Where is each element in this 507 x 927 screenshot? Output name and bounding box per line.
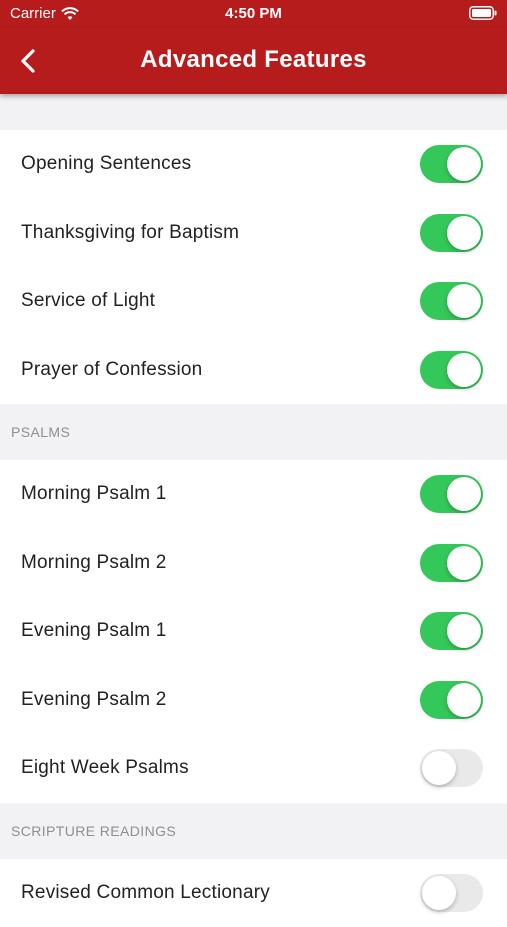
toggle-knob	[422, 751, 456, 785]
revised-common-lectionary-toggle[interactable]	[420, 874, 483, 912]
section-header-scripture-readings: SCRIPTURE READINGS	[0, 803, 507, 859]
setting-label: Service of Light	[21, 290, 155, 312]
setting-row-morning-psalm-2: Morning Psalm 2	[0, 529, 507, 598]
service-of-light-toggle[interactable]	[420, 282, 483, 320]
setting-row-eight-week-psalms: Eight Week Psalms	[0, 734, 507, 803]
evening-psalm-2-toggle[interactable]	[420, 681, 483, 719]
page-title: Advanced Features	[0, 46, 507, 74]
setting-label: Evening Psalm 1	[21, 620, 167, 642]
scripture-group: Revised Common Lectionary	[0, 859, 507, 927]
morning-psalm-1-toggle[interactable]	[420, 475, 483, 513]
setting-row-revised-common-lectionary: Revised Common Lectionary	[0, 859, 507, 927]
toggle-knob	[447, 683, 481, 717]
toggle-knob	[447, 284, 481, 318]
toggle-knob	[447, 353, 481, 387]
setting-row-thanksgiving-for-baptism: Thanksgiving for Baptism	[0, 199, 507, 268]
general-group: Opening Sentences Thanksgiving for Bapti…	[0, 130, 507, 404]
setting-row-prayer-of-confession: Prayer of Confession	[0, 336, 507, 405]
setting-label: Morning Psalm 2	[21, 552, 167, 574]
psalms-group: Morning Psalm 1 Morning Psalm 2 Evening …	[0, 460, 507, 803]
opening-sentences-toggle[interactable]	[420, 145, 483, 183]
toggle-knob	[447, 216, 481, 250]
evening-psalm-1-toggle[interactable]	[420, 612, 483, 650]
toggle-knob	[447, 614, 481, 648]
toggle-knob	[447, 477, 481, 511]
prayer-of-confession-toggle[interactable]	[420, 351, 483, 389]
settings-list: Opening Sentences Thanksgiving for Bapti…	[0, 94, 507, 927]
navigation-bar: Advanced Features	[0, 28, 507, 94]
section-header-psalms: PSALMS	[0, 404, 507, 460]
top-spacer	[0, 94, 507, 130]
setting-label: Prayer of Confession	[21, 359, 202, 381]
toggle-knob	[422, 876, 456, 910]
status-bar: Carrier 4:50 PM	[0, 0, 507, 28]
morning-psalm-2-toggle[interactable]	[420, 544, 483, 582]
setting-label: Opening Sentences	[21, 153, 191, 175]
setting-row-opening-sentences: Opening Sentences	[0, 130, 507, 199]
eight-week-psalms-toggle[interactable]	[420, 749, 483, 787]
toggle-knob	[447, 546, 481, 580]
thanksgiving-for-baptism-toggle[interactable]	[420, 214, 483, 252]
setting-row-service-of-light: Service of Light	[0, 267, 507, 336]
toggle-knob	[447, 147, 481, 181]
setting-label: Revised Common Lectionary	[21, 882, 270, 904]
status-time: 4:50 PM	[0, 5, 507, 22]
setting-row-morning-psalm-1: Morning Psalm 1	[0, 460, 507, 529]
setting-label: Morning Psalm 1	[21, 483, 167, 505]
battery-icon	[469, 6, 497, 20]
setting-label: Evening Psalm 2	[21, 689, 167, 711]
setting-row-evening-psalm-1: Evening Psalm 1	[0, 597, 507, 666]
setting-label: Thanksgiving for Baptism	[21, 222, 239, 244]
setting-label: Eight Week Psalms	[21, 757, 189, 779]
setting-row-evening-psalm-2: Evening Psalm 2	[0, 666, 507, 735]
